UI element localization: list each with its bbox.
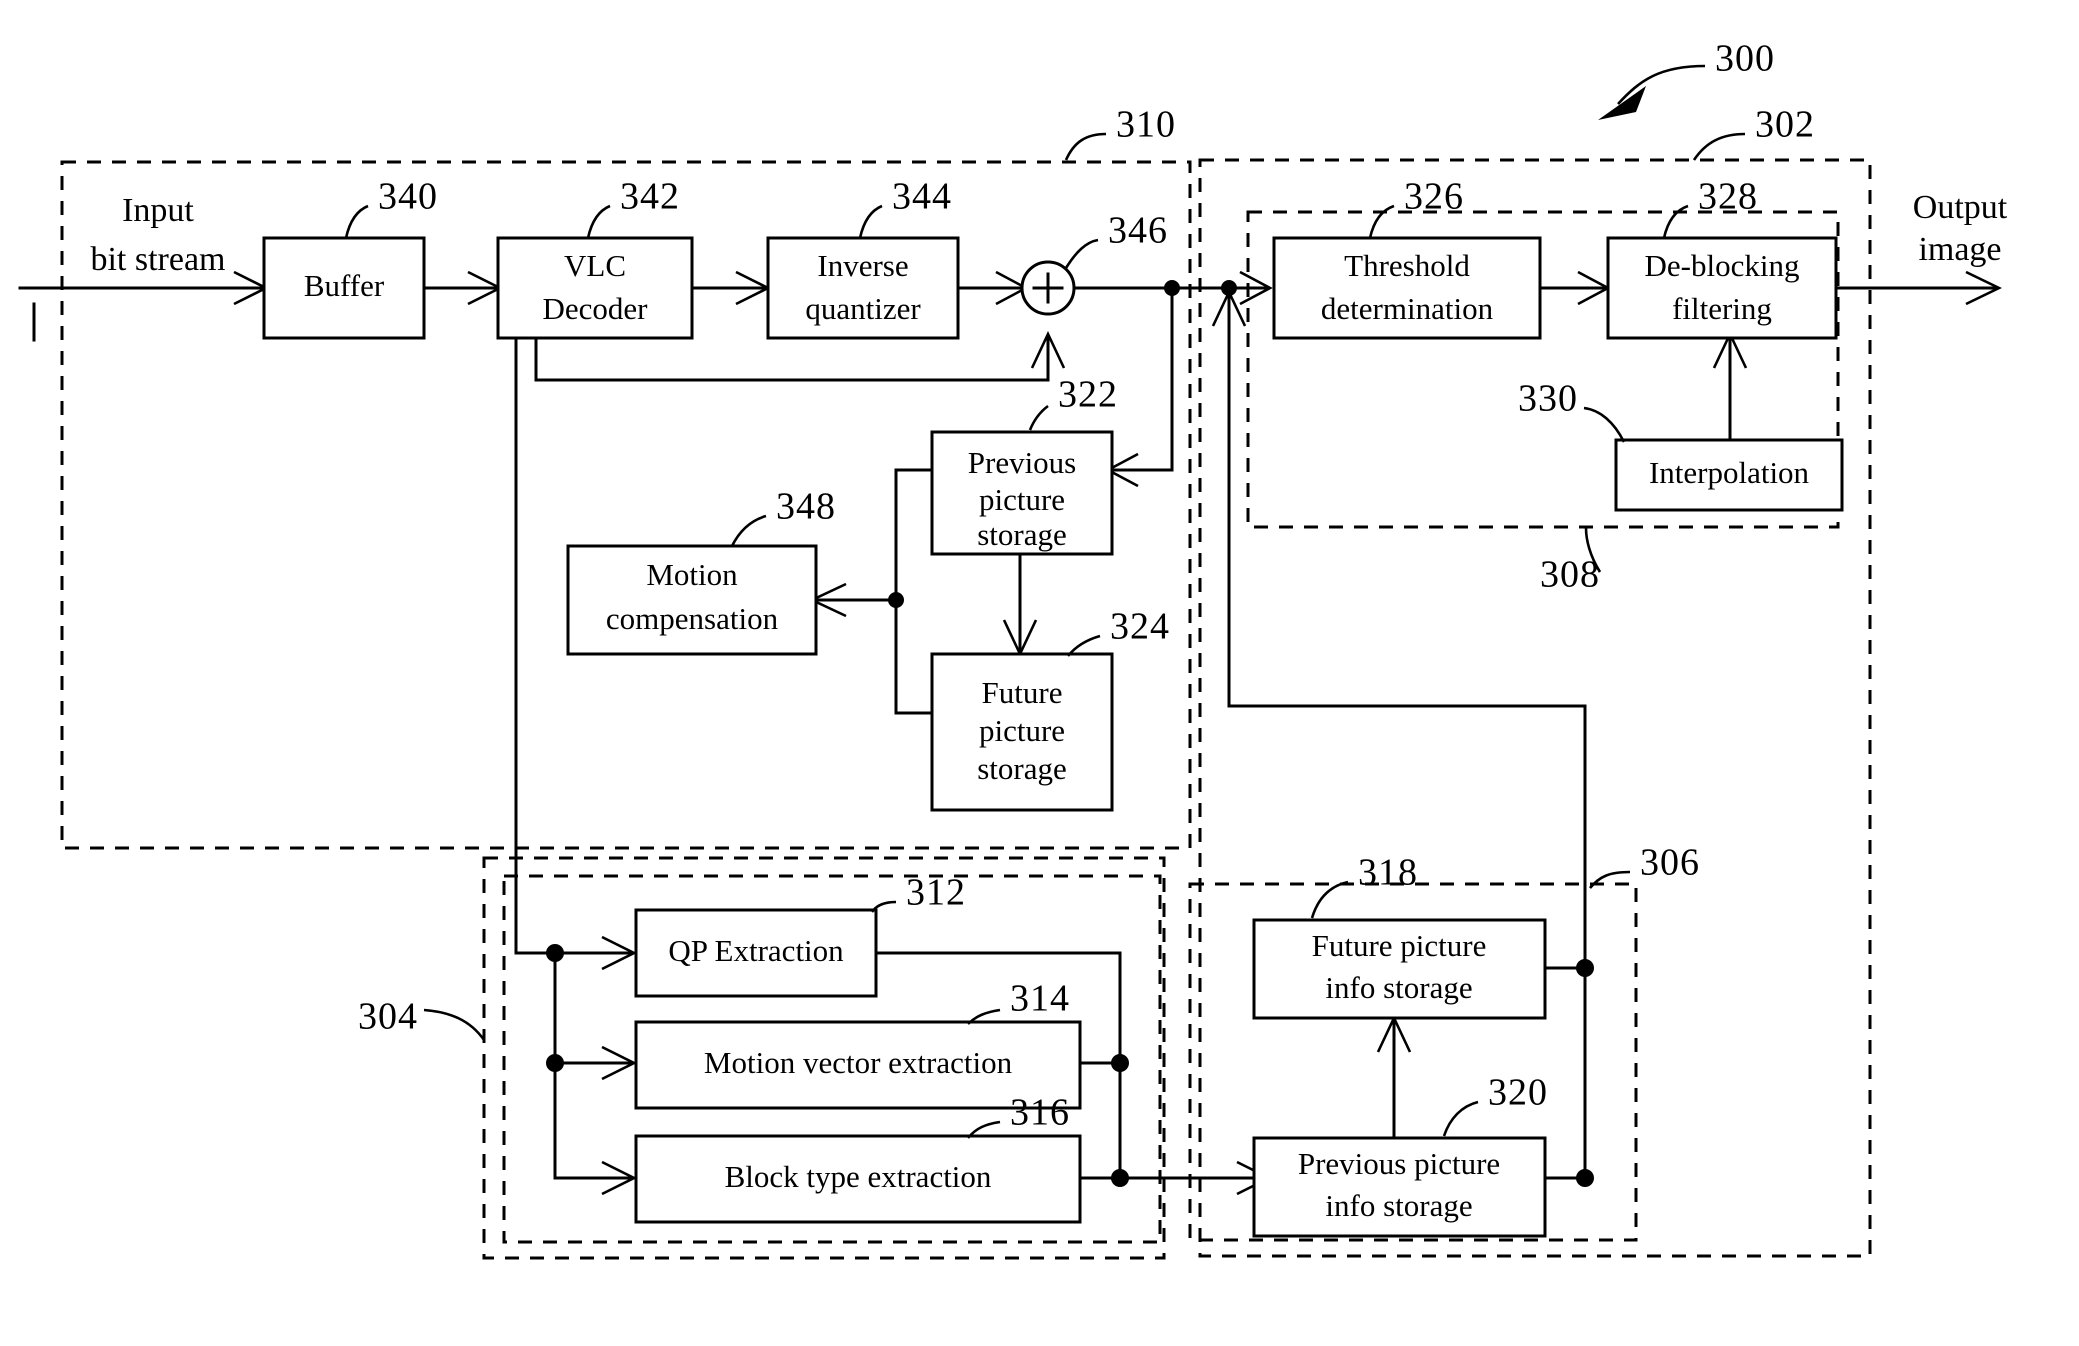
label-vlc-decoder-line1: VLC: [564, 248, 626, 283]
label-threshold-determination-line2: determination: [1321, 291, 1494, 326]
arrowhead-300: [1598, 86, 1646, 120]
label-motion-compensation-line1: Motion: [646, 557, 738, 592]
label-output-line1: Output: [1913, 189, 2008, 226]
label-previous-picture-storage-line2: picture: [979, 482, 1065, 517]
label-output-line2: image: [1918, 231, 2001, 268]
ref-324: 324: [1110, 606, 1170, 648]
leader-306: [1589, 870, 1631, 889]
ref-320: 320: [1488, 1072, 1548, 1114]
ref-302: 302: [1755, 104, 1815, 146]
junction-previnfo-out: [1576, 1169, 1594, 1187]
leader-344: [858, 204, 883, 239]
leader-342: [586, 204, 611, 239]
junction-futureinfo-out: [1576, 959, 1594, 977]
ref-322: 322: [1058, 374, 1118, 416]
leader-340: [344, 204, 369, 239]
leader-322: [1028, 404, 1049, 431]
ref-318: 318: [1358, 852, 1418, 894]
ref-342: 342: [620, 176, 680, 218]
label-vlc-decoder-line2: Decoder: [543, 291, 649, 326]
label-future-picture-storage-line1: Future: [982, 675, 1063, 710]
ref-340: 340: [378, 176, 438, 218]
label-future-picture-storage-line2: picture: [979, 713, 1065, 748]
ref-316: 316: [1010, 1092, 1070, 1134]
ref-306: 306: [1640, 842, 1700, 884]
label-previous-picture-storage-line1: Previous: [968, 445, 1077, 480]
label-deblocking-filtering-line1: De-blocking: [1645, 248, 1800, 283]
label-motion-vector-extraction: Motion vector extraction: [704, 1045, 1013, 1080]
label-previous-picture-storage-line3: storage: [977, 517, 1067, 552]
ref-344: 344: [892, 176, 952, 218]
ref-312: 312: [906, 872, 966, 914]
ref-326: 326: [1404, 176, 1464, 218]
ref-308: 308: [1540, 554, 1600, 596]
leader-346: [1064, 238, 1099, 269]
leader-320: [1442, 1100, 1479, 1137]
ref-310: 310: [1116, 104, 1176, 146]
leader-302: [1692, 132, 1746, 161]
label-motion-compensation-line2: compensation: [606, 601, 779, 636]
label-threshold-determination-line1: Threshold: [1344, 248, 1470, 283]
leader-310: [1064, 132, 1107, 161]
label-inverse-quantizer-line1: Inverse: [817, 248, 908, 283]
label-input-line1: Input: [122, 192, 194, 229]
ref-330: 330: [1518, 378, 1578, 420]
ref-328: 328: [1698, 176, 1758, 218]
wire-node-to-prevpic: [1110, 286, 1174, 472]
label-input-line2: bit stream: [90, 241, 225, 278]
patent-block-diagram: Buffer VLC Decoder Inverse quantizer Pre…: [0, 0, 2079, 1346]
label-qp-extraction: QP Extraction: [668, 933, 844, 968]
label-future-info-storage-line1: Future picture: [1312, 928, 1487, 963]
label-future-info-storage-line2: info storage: [1325, 970, 1472, 1005]
ref-346: 346: [1108, 210, 1168, 252]
label-interpolation: Interpolation: [1649, 455, 1810, 490]
wire-prevpic-left-down: [894, 468, 934, 602]
label-block-type-extraction: Block type extraction: [725, 1159, 992, 1194]
label-future-picture-storage-line3: storage: [977, 751, 1067, 786]
wire-futurepic-left-up: [894, 598, 934, 715]
label-buffer: Buffer: [304, 268, 385, 303]
wire-mv-out: [1078, 1061, 1122, 1180]
leader-348: [730, 514, 767, 547]
junction-adder-out: [1164, 280, 1180, 296]
ref-304: 304: [358, 996, 418, 1038]
leader-318: [1310, 880, 1349, 919]
leader-330: [1583, 406, 1626, 443]
ref-300: 300: [1715, 38, 1775, 80]
label-previous-info-storage-line1: Previous picture: [1298, 1146, 1500, 1181]
label-inverse-quantizer-line2: quantizer: [805, 291, 921, 326]
label-previous-info-storage-line2: info storage: [1325, 1188, 1472, 1223]
label-deblocking-filtering-line2: filtering: [1672, 291, 1772, 326]
ref-314: 314: [1010, 978, 1070, 1020]
ref-348: 348: [776, 486, 836, 528]
leader-304: [423, 1008, 486, 1041]
diagram-canvas: Buffer VLC Decoder Inverse quantizer Pre…: [18, 38, 2008, 1260]
